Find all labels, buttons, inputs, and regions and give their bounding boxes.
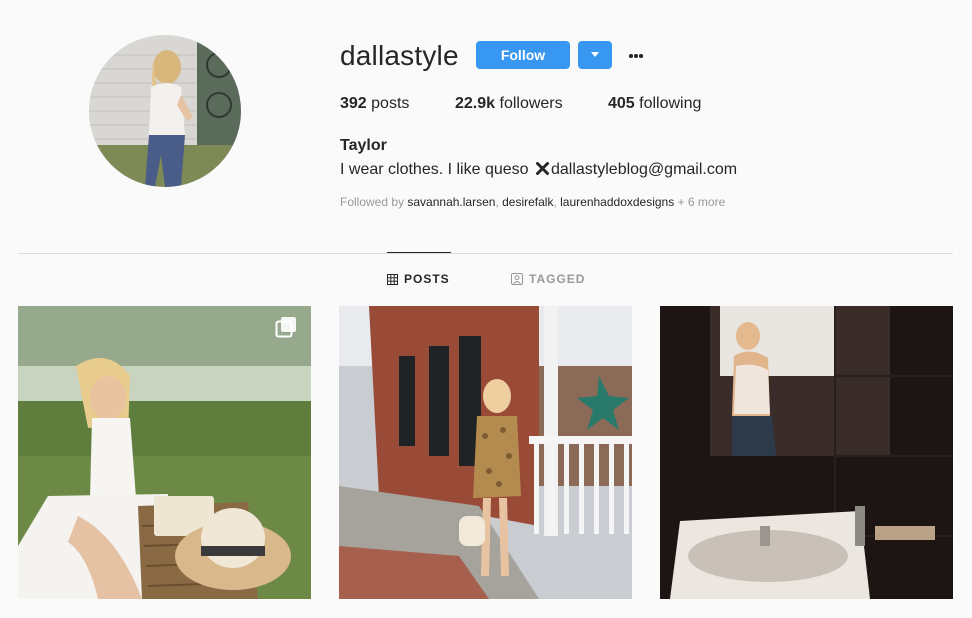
following-count: 405 (608, 95, 635, 112)
bio-text: I wear clothes. I like queso (340, 161, 533, 178)
followers-count: 22.9k (455, 95, 496, 112)
follow-button[interactable]: Follow (476, 41, 570, 69)
profile-bio: I wear clothes. I like queso dallastyleb… (340, 159, 737, 181)
multiple-photos-icon (275, 317, 296, 338)
tabs-divider (18, 253, 953, 254)
followers-label: followers (495, 95, 563, 112)
grid-icon (387, 273, 398, 285)
followed-by-prefix: Followed by (340, 195, 408, 209)
ellipsis-icon (629, 54, 633, 58)
following-label: following (634, 95, 702, 112)
posts-count-stat: 392 posts (340, 94, 409, 114)
followed-by-user-link[interactable]: laurenhaddoxdesigns (560, 195, 674, 209)
followed-by-user-link[interactable]: savannah.larsen (407, 195, 495, 209)
followers-count-stat[interactable]: 22.9k followers (455, 94, 563, 114)
suggested-users-dropdown-button[interactable] (578, 41, 612, 69)
tagged-person-icon (511, 273, 523, 285)
followed-by-more: + 6 more (674, 195, 726, 209)
followed-by-text: Followed by savannah.larsen, desirefalk,… (340, 194, 725, 210)
tab-tagged-label: TAGGED (529, 272, 586, 286)
post-thumbnail[interactable] (339, 306, 632, 599)
bio-email: dallastyleblog@gmail.com (550, 161, 738, 178)
post-thumbnail[interactable] (18, 306, 311, 599)
posts-count: 392 (340, 95, 367, 112)
followed-by-user-link[interactable]: desirefalk (502, 195, 553, 209)
tab-posts[interactable]: POSTS (387, 252, 451, 305)
ellipsis-icon (634, 54, 638, 58)
profile-full-name: Taylor (340, 137, 387, 154)
tab-tagged[interactable]: TAGGED (511, 253, 585, 305)
profile-username: dallastyle (340, 40, 459, 71)
post-thumbnail[interactable] (660, 306, 953, 599)
profile-avatar[interactable] (89, 35, 241, 187)
more-options-button[interactable] (622, 44, 650, 66)
ellipsis-icon (639, 54, 643, 58)
tab-posts-label: POSTS (404, 272, 450, 286)
heavy-x-icon (535, 162, 549, 175)
posts-label: posts (366, 95, 410, 112)
triangle-down-icon (591, 52, 599, 57)
following-count-stat[interactable]: 405 following (608, 94, 701, 114)
